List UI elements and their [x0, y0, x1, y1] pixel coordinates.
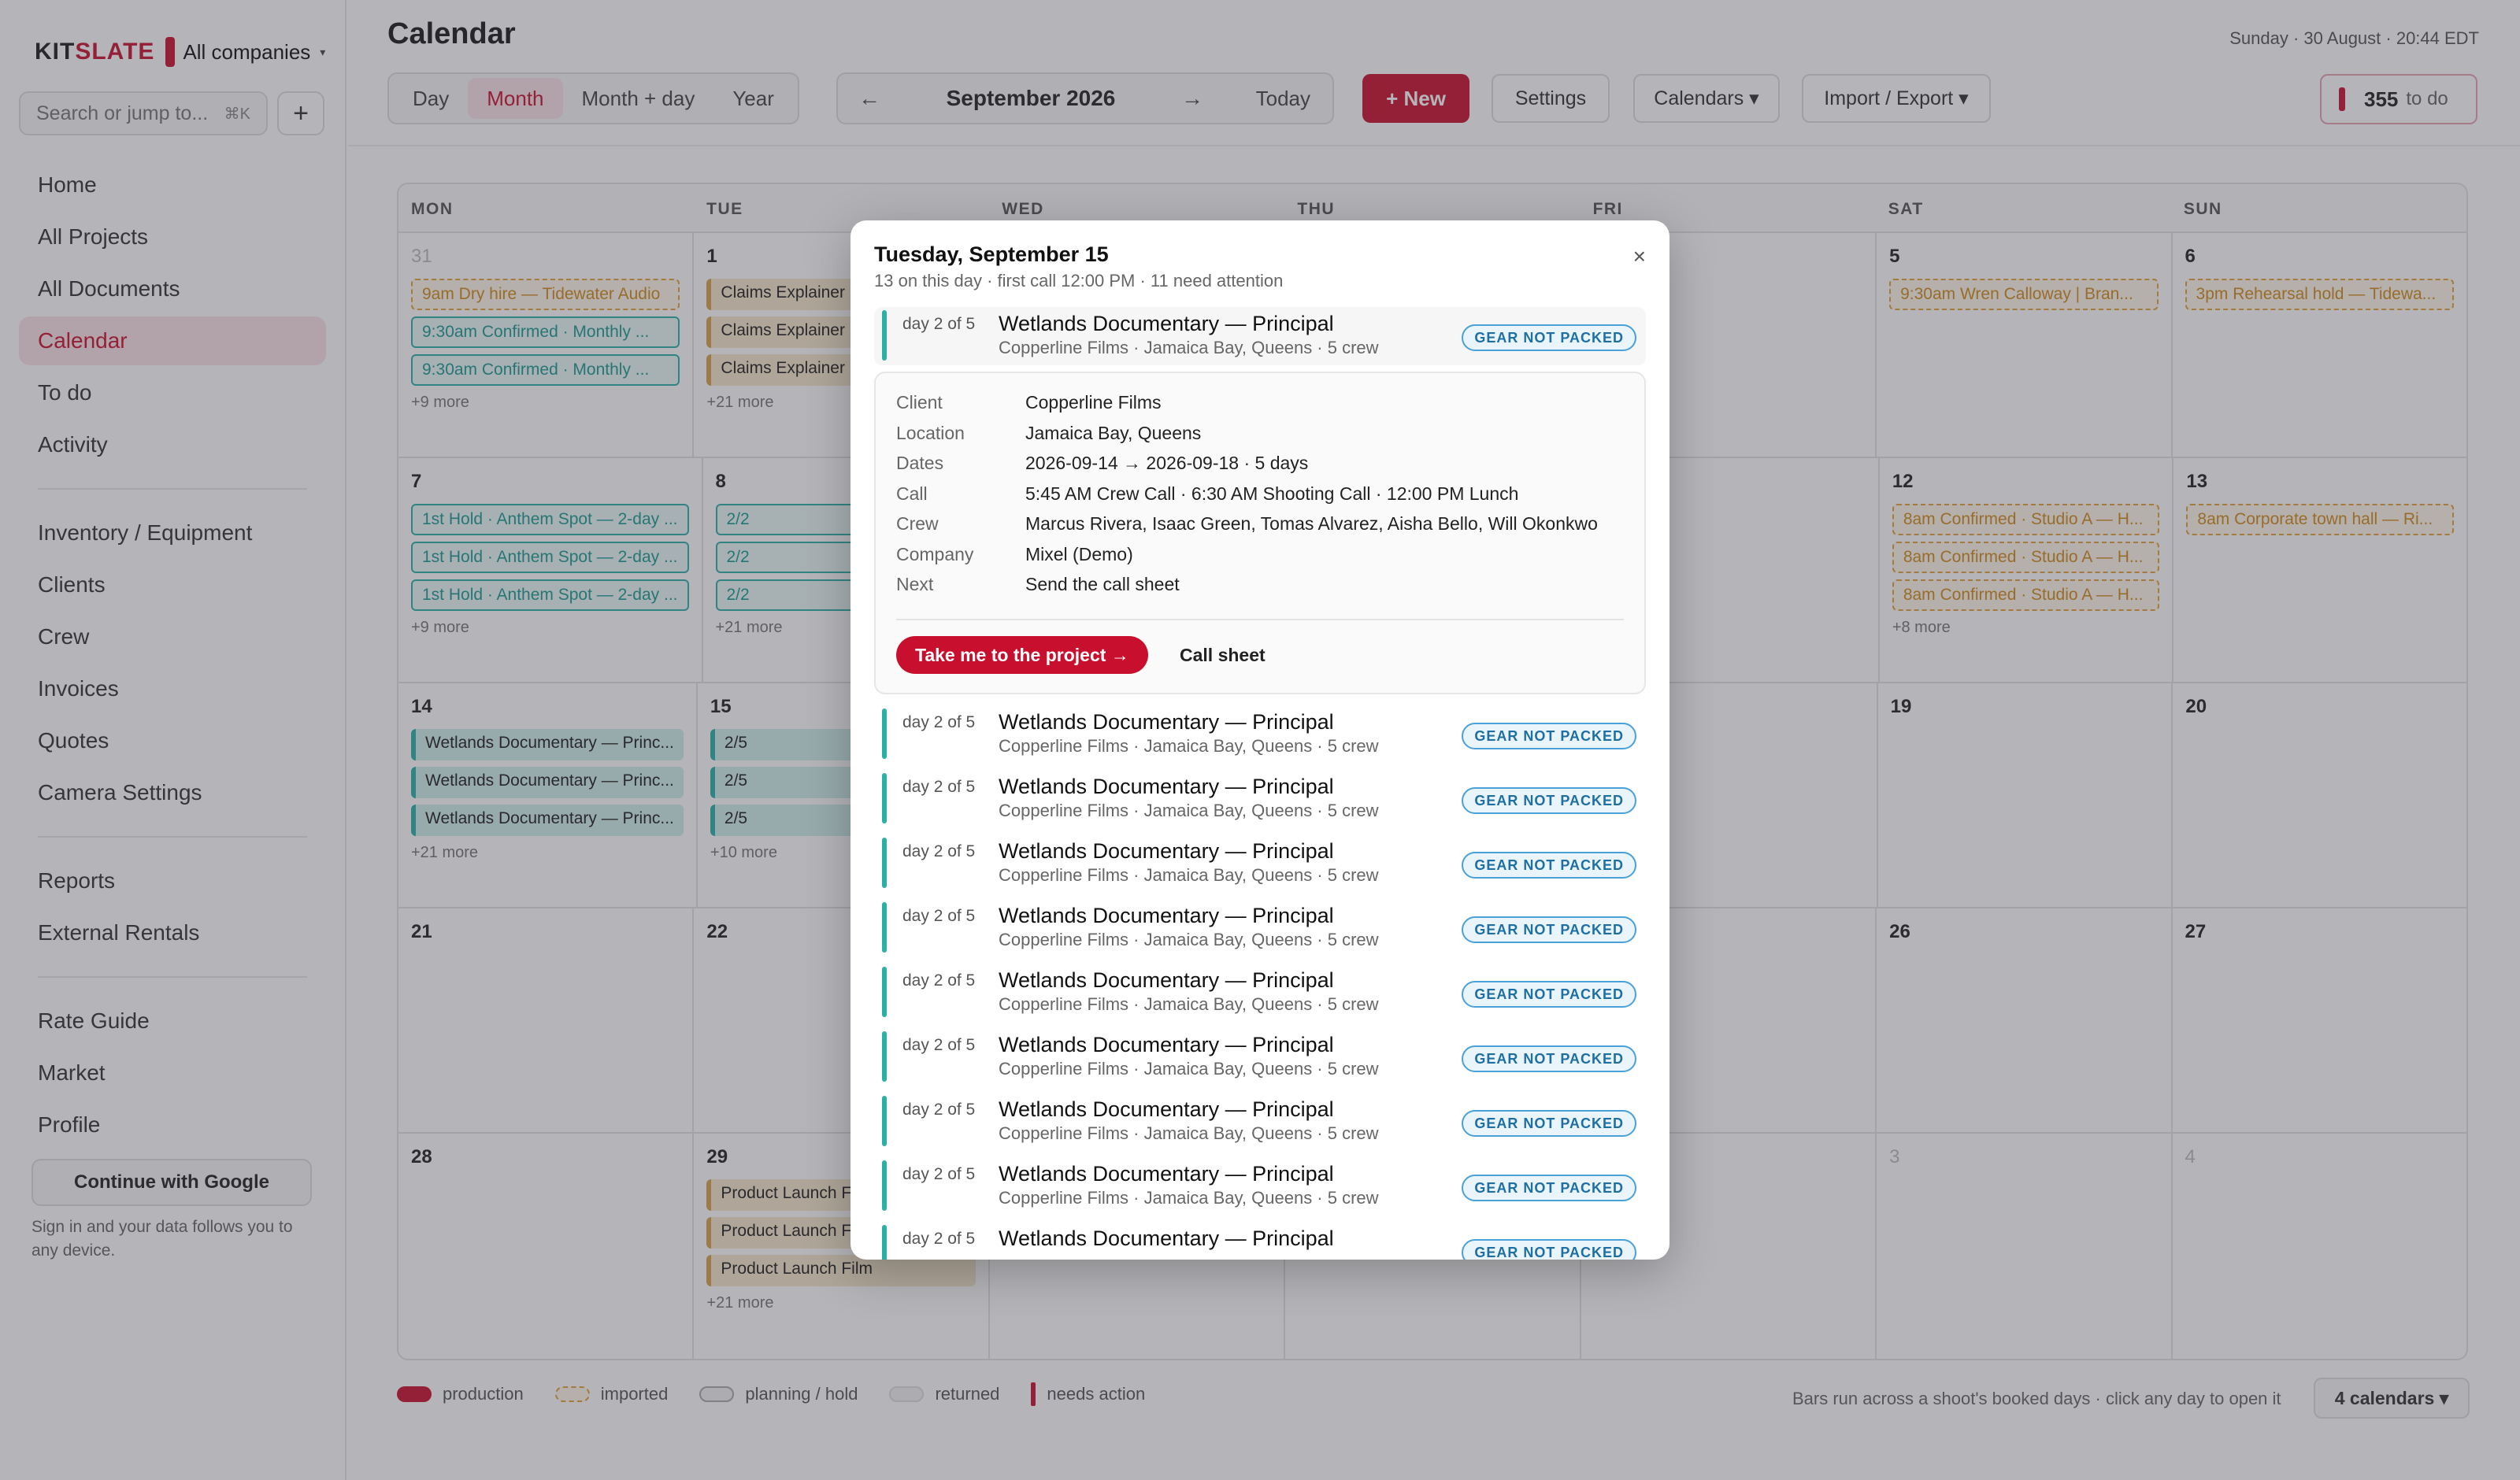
status-badge: GEAR NOT PACKED: [1462, 1175, 1636, 1201]
detail-row: Dates 2026-09-14 → 2026-09-18 · 5 days: [896, 453, 1624, 483]
status-badge: GEAR NOT PACKED: [1462, 916, 1636, 943]
event-list: day 2 of 5 Wetlands Documentary — Princi…: [874, 307, 1646, 1260]
detail-key: Client: [896, 392, 943, 413]
detail-row: Crew Marcus Rivera, Isaac Green, Tomas Al…: [896, 513, 1624, 544]
detail-row: Call 5:45 AM Crew Call · 6:30 AM Shooting…: [896, 483, 1624, 514]
status-badge: GEAR NOT PACKED: [1462, 1045, 1636, 1072]
event-accent: [882, 967, 887, 1017]
event-accent: [882, 902, 887, 953]
detail-row: Client Copperline Films: [896, 392, 1624, 423]
divider: [896, 619, 1624, 620]
event-detail-panel: Client Copperline Films Location Jamaica Ba…: [874, 372, 1646, 694]
detail-key: Next: [896, 574, 934, 594]
event-row[interactable]: day 2 of 5 Wetlands Documentary — Princip…: [874, 899, 1646, 964]
go-to-project-button[interactable]: Take me to the project →: [896, 636, 1148, 674]
status-badge: GEAR NOT PACKED: [1462, 324, 1636, 351]
event-row[interactable]: day 2 of 5 Wetlands Documentary — Princip…: [874, 1028, 1646, 1093]
detail-value: Marcus Rivera, Isaac Green, Tomas Alvare…: [1025, 513, 1598, 534]
detail-value: Send the call sheet: [1025, 574, 1180, 594]
detail-value: 5:45 AM Crew Call · 6:30 AM Shooting Cal…: [1025, 483, 1519, 504]
detail-key: Call: [896, 483, 928, 504]
call-sheet-button[interactable]: Call sheet: [1180, 636, 1266, 674]
event-day: day 2 of 5: [902, 842, 976, 860]
event-day: day 2 of 5: [902, 907, 976, 925]
modal-subtitle: 13 on this day · first call 12:00 PM · 1…: [874, 271, 1284, 290]
event-row[interactable]: day 2 of 5 Wetlands Documentary — Princip…: [874, 1222, 1646, 1260]
detail-value: 2026-09-14 → 2026-09-18 · 5 days: [1025, 453, 1309, 473]
event-row-selected[interactable]: day 2 of 5 Wetlands Documentary — Princi…: [874, 307, 1646, 365]
event-day: day 2 of 5: [902, 778, 976, 796]
status-badge: GEAR NOT PACKED: [1462, 852, 1636, 879]
modal-title: Tuesday, September 15: [874, 242, 1109, 266]
close-icon[interactable]: ×: [1633, 244, 1646, 269]
status-badge: GEAR NOT PACKED: [1462, 1239, 1636, 1260]
event-day: day 2 of 5: [902, 1036, 976, 1054]
event-day: day 2 of 5: [902, 713, 976, 731]
event-row[interactable]: day 2 of 5 Wetlands Documentary — Princip…: [874, 1157, 1646, 1222]
event-day: day 2 of 5: [902, 1101, 976, 1119]
event-accent: [882, 1031, 887, 1082]
detail-row: Next Send the call sheet: [896, 574, 1624, 605]
event-accent: [882, 1096, 887, 1146]
detail-key: Location: [896, 422, 965, 443]
event-accent: [882, 773, 887, 823]
status-badge: GEAR NOT PACKED: [1462, 787, 1636, 814]
event-row[interactable]: day 2 of 5 Wetlands Documentary — Princip…: [874, 964, 1646, 1028]
event-row[interactable]: day 2 of 5 Wetlands Documentary — Princip…: [874, 834, 1646, 899]
event-accent: [882, 709, 887, 759]
detail-row: Company Mixel (Demo): [896, 544, 1624, 575]
event-row[interactable]: day 2 of 5 Wetlands Documentary — Princip…: [874, 770, 1646, 834]
event-row[interactable]: day 2 of 5 Wetlands Documentary — Princip…: [874, 705, 1646, 770]
event-accent: [882, 310, 887, 361]
detail-value: Mixel (Demo): [1025, 543, 1133, 564]
event-day: day 2 of 5: [902, 1165, 976, 1183]
detail-row: Location Jamaica Bay, Queens: [896, 423, 1624, 453]
status-badge: GEAR NOT PACKED: [1462, 1110, 1636, 1137]
detail-value: Copperline Films: [1025, 392, 1162, 413]
detail-key: Company: [896, 543, 974, 564]
event-row[interactable]: day 2 of 5 Wetlands Documentary — Princip…: [874, 1093, 1646, 1157]
event-accent: [882, 838, 887, 888]
event-day: day 2 of 5: [902, 971, 976, 990]
event-day: day 2 of 5: [902, 315, 976, 333]
event-day: day 2 of 5: [902, 1230, 976, 1248]
detail-value: Jamaica Bay, Queens: [1025, 422, 1202, 443]
detail-key: Dates: [896, 453, 944, 473]
event-accent: [882, 1225, 887, 1260]
detail-key: Crew: [896, 513, 939, 534]
status-badge: GEAR NOT PACKED: [1462, 981, 1636, 1008]
day-detail-modal: Tuesday, September 15 13 on this day · f…: [850, 220, 1670, 1260]
status-badge: GEAR NOT PACKED: [1462, 723, 1636, 749]
event-accent: [882, 1160, 887, 1211]
